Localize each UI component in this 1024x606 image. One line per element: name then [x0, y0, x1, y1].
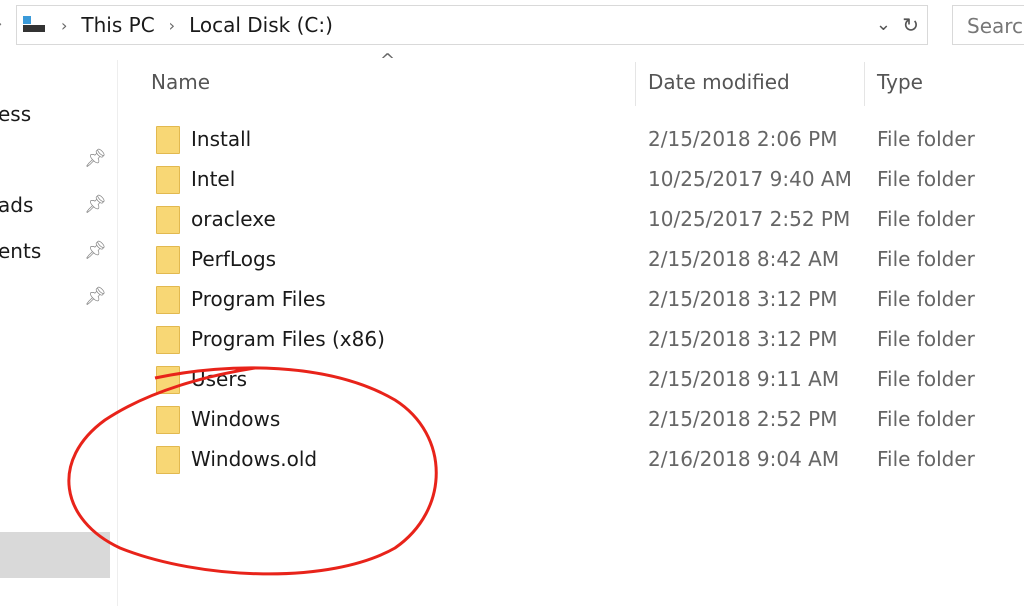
pin-icon[interactable]: 📌︎: [84, 286, 107, 307]
file-type: File folder: [877, 247, 975, 271]
file-row[interactable]: oraclexe 10/25/2017 2:52 PM File folder: [150, 200, 1024, 240]
pin-icon[interactable]: 📌︎: [84, 194, 107, 215]
sort-ascending-icon: ^: [380, 50, 396, 71]
nav-item-downloads[interactable]: ads: [0, 193, 33, 217]
column-header-date[interactable]: Date modified: [648, 70, 790, 94]
file-row[interactable]: Program Files 2/15/2018 3:12 PM File fol…: [150, 280, 1024, 320]
file-type: File folder: [877, 127, 975, 151]
folder-icon: [156, 406, 180, 434]
file-name: oraclexe: [191, 207, 276, 231]
file-type: File folder: [877, 287, 975, 311]
file-name: Intel: [191, 167, 236, 191]
navigation-pane: ess 📌︎ ads 📌︎ ents 📌︎ 📌︎: [0, 60, 118, 606]
column-divider[interactable]: [864, 62, 865, 106]
file-row[interactable]: Intel 10/25/2017 9:40 AM File folder: [150, 160, 1024, 200]
search-input[interactable]: Search: [952, 5, 1024, 45]
nav-item-selected[interactable]: [0, 532, 110, 578]
file-date: 2/15/2018 8:42 AM: [648, 247, 840, 271]
back-chevron-icon[interactable]: ›: [0, 14, 2, 33]
file-date: 2/15/2018 2:52 PM: [648, 407, 838, 431]
folder-icon: [156, 446, 180, 474]
column-header-name[interactable]: Name: [151, 70, 210, 94]
address-bar[interactable]: › This PC › Local Disk (C:) ⌄ ↻: [16, 5, 928, 45]
refresh-icon[interactable]: ↻: [902, 13, 919, 37]
file-date: 10/25/2017 2:52 PM: [648, 207, 851, 231]
breadcrumb-this-pc[interactable]: This PC: [81, 13, 154, 37]
breadcrumb-local-disk[interactable]: Local Disk (C:): [189, 13, 333, 37]
file-row[interactable]: Windows.old 2/16/2018 9:04 AM File folde…: [150, 440, 1024, 480]
file-row[interactable]: Windows 2/15/2018 2:52 PM File folder: [150, 400, 1024, 440]
folder-icon: [156, 126, 180, 154]
nav-item-documents[interactable]: ents: [0, 239, 41, 263]
file-name: Program Files (x86): [191, 327, 385, 351]
file-row[interactable]: PerfLogs 2/15/2018 8:42 AM File folder: [150, 240, 1024, 280]
file-name: Program Files: [191, 287, 326, 311]
file-date: 10/25/2017 9:40 AM: [648, 167, 852, 191]
file-name: PerfLogs: [191, 247, 277, 271]
file-date: 2/15/2018 9:11 AM: [648, 367, 840, 391]
file-name: Windows: [191, 407, 281, 431]
file-type: File folder: [877, 407, 975, 431]
folder-icon: [156, 206, 180, 234]
chevron-right-icon[interactable]: ›: [61, 16, 67, 35]
folder-icon: [156, 246, 180, 274]
file-date: 2/15/2018 3:12 PM: [648, 327, 838, 351]
file-name: Windows.old: [191, 447, 318, 471]
file-date: 2/15/2018 3:12 PM: [648, 287, 838, 311]
file-type: File folder: [877, 447, 975, 471]
folder-icon: [156, 326, 180, 354]
column-divider[interactable]: [635, 62, 636, 106]
folder-icon: [156, 166, 180, 194]
file-type: File folder: [877, 207, 975, 231]
pin-icon[interactable]: 📌︎: [84, 240, 107, 261]
file-row[interactable]: Users 2/15/2018 9:11 AM File folder: [150, 360, 1024, 400]
file-row[interactable]: Install 2/15/2018 2:06 PM File folder: [150, 120, 1024, 160]
file-name: Users: [191, 367, 248, 391]
folder-icon: [156, 366, 180, 394]
folder-icon: [156, 286, 180, 314]
column-header-type[interactable]: Type: [877, 70, 923, 94]
chevron-down-icon[interactable]: ⌄: [876, 14, 891, 35]
file-date: 2/16/2018 9:04 AM: [648, 447, 840, 471]
file-type: File folder: [877, 167, 975, 191]
file-row[interactable]: Program Files (x86) 2/15/2018 3:12 PM Fi…: [150, 320, 1024, 360]
this-pc-icon: [21, 15, 47, 35]
file-type: File folder: [877, 327, 975, 351]
nav-item-quick-access[interactable]: ess: [0, 102, 31, 126]
chevron-right-icon[interactable]: ›: [169, 16, 175, 35]
file-name: Install: [191, 127, 252, 151]
file-date: 2/15/2018 2:06 PM: [648, 127, 838, 151]
file-type: File folder: [877, 367, 975, 391]
pin-icon[interactable]: 📌︎: [84, 148, 107, 169]
